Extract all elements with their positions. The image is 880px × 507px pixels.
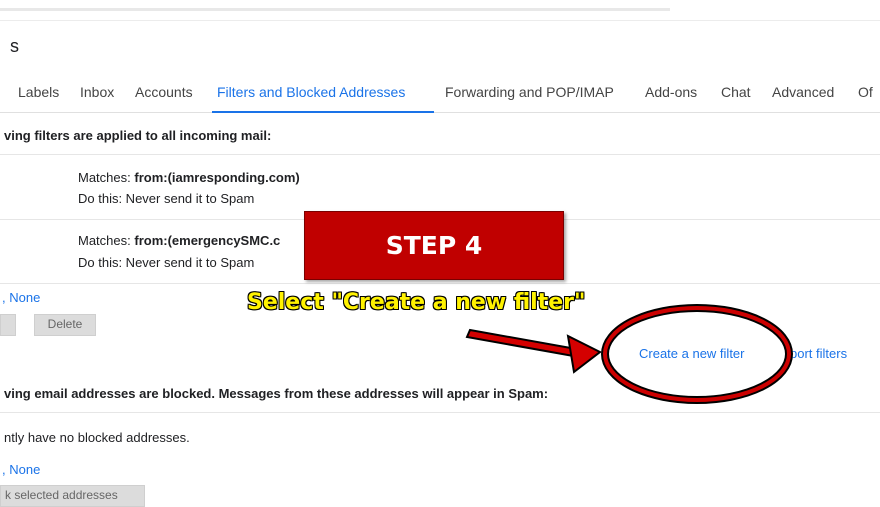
annotation-graphics [465, 304, 793, 404]
pointer-arrow-icon [465, 328, 602, 374]
highlight-ring-icon [601, 304, 793, 404]
